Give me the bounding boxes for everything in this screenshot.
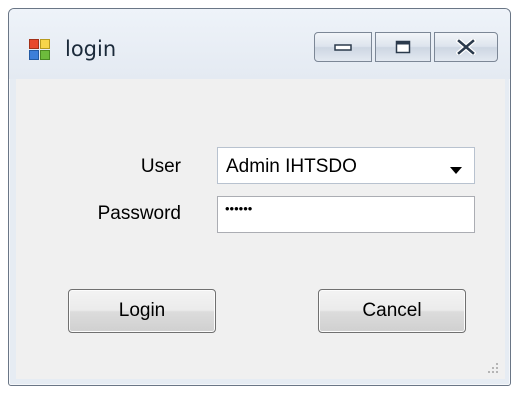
title-bar[interactable]: login [9,9,510,79]
cancel-button[interactable]: Cancel [318,289,466,333]
maximize-button[interactable] [375,32,431,62]
minimize-button[interactable] [314,32,372,62]
user-dropdown[interactable]: Admin IHTSDO [217,147,475,184]
user-dropdown-value: Admin IHTSDO [226,156,357,177]
login-button[interactable]: Login [68,289,216,333]
password-field[interactable]: •••••• [217,196,475,233]
password-label: Password [97,203,181,224]
chevron-down-icon[interactable] [450,162,462,180]
windows-form-icon [29,39,50,60]
user-label: User [140,156,181,177]
close-icon [456,39,476,55]
close-button[interactable] [434,32,498,62]
resize-grip-icon[interactable] [487,361,499,373]
maximize-icon [395,40,411,54]
password-field-value: •••••• [225,201,253,216]
form-client-area: User Admin IHTSDO Password •••••• Login … [16,79,505,379]
login-window: login User Admin IHTSDO Password •••••• … [8,8,511,386]
window-title: login [65,37,117,61]
minimize-icon [334,44,352,51]
